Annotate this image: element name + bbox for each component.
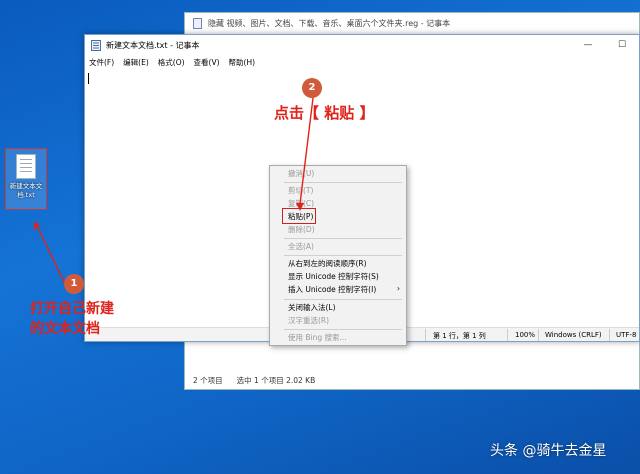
watermark: 头条 @骑牛去金星: [490, 443, 607, 459]
step1-instruction-line1: 打开自己新建: [30, 301, 114, 317]
annotation-arrows: [33, 97, 314, 287]
step2-instruction: 点击【 粘贴 】: [274, 104, 375, 122]
step1-badge: 1: [64, 274, 84, 294]
arrow-step1: [37, 227, 67, 287]
arrowhead-step2: [296, 203, 304, 211]
step1-instruction-line2: 的文本文档: [30, 321, 100, 337]
step2-badge: 2: [302, 78, 322, 98]
